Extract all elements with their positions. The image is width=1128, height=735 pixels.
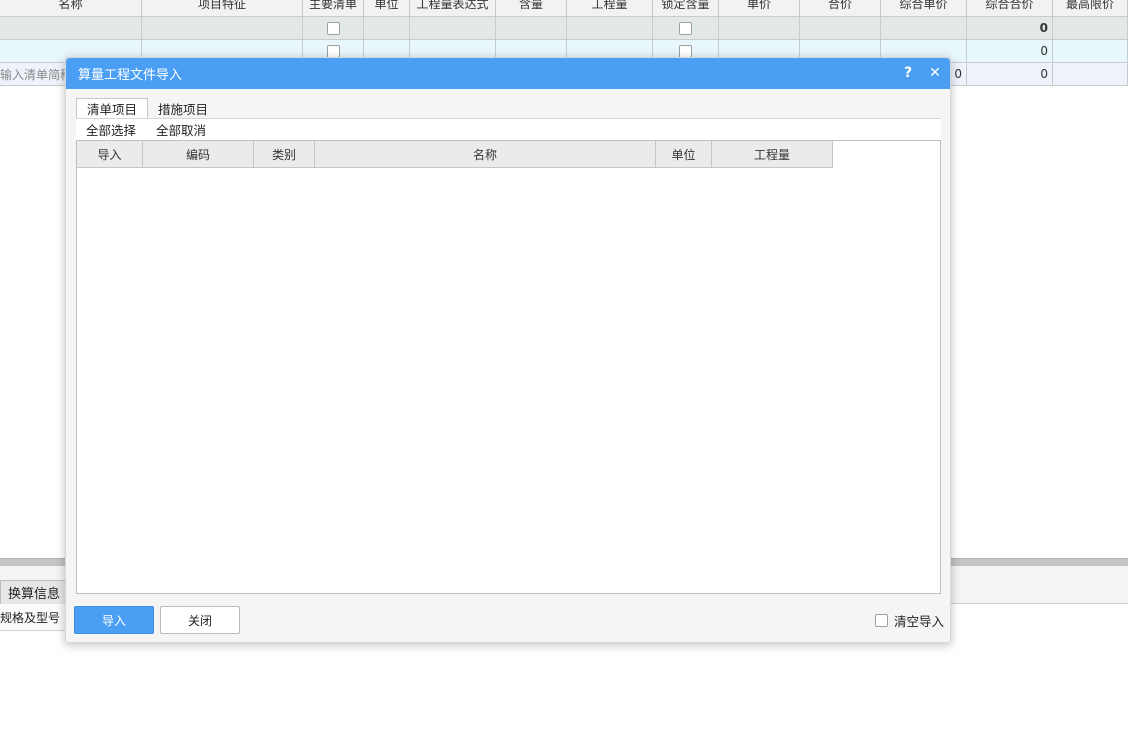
col-header-content[interactable]: 含量	[496, 0, 567, 17]
import-button[interactable]: 导入	[74, 606, 154, 634]
select-all-button[interactable]: 全部选择	[76, 120, 146, 139]
col-header-import[interactable]: 导入	[77, 141, 143, 168]
import-table: 导入 编码 类别 名称 单位 工程量	[76, 140, 941, 594]
lock-content-checkbox[interactable]	[679, 21, 692, 35]
deselect-all-button[interactable]: 全部取消	[146, 120, 216, 139]
col-header-quantity-expression[interactable]: 工程量表达式	[410, 0, 496, 17]
close-button[interactable]: 关闭	[160, 606, 240, 634]
tab-measure-items[interactable]: 措施项目	[148, 98, 218, 118]
col-header-composite-total[interactable]: 综合合价	[967, 0, 1053, 17]
col-header-quantity[interactable]: 工程量	[567, 0, 653, 17]
tab-bill-items[interactable]: 清单项目	[76, 98, 149, 118]
col-header-quantity[interactable]: 工程量	[712, 141, 833, 168]
help-icon[interactable]: ?	[900, 65, 916, 81]
dialog-toolbar: 全部选择 全部取消	[76, 118, 941, 140]
import-table-header: 导入 编码 类别 名称 单位 工程量	[77, 141, 940, 168]
composite-total-value: 0	[967, 17, 1053, 40]
dialog-title: 算量工程文件导入	[78, 68, 183, 83]
col-header-features[interactable]: 项目特征	[142, 0, 303, 17]
col-header-lock-content[interactable]: 锁定含量	[653, 0, 719, 17]
col-header-name[interactable]: 名称	[315, 141, 656, 168]
col-header-unit[interactable]: 单位	[656, 141, 712, 168]
import-dialog: 算量工程文件导入 ? ✕ 清单项目 措施项目 全部选择 全部取消 导入 编码 类…	[65, 57, 951, 643]
grid-header-row: 名称 项目特征 主要清单 单位 工程量表达式 含量 工程量 锁定含量 单价 合价…	[0, 0, 1128, 17]
col-header-code[interactable]: 编码	[143, 141, 254, 168]
clear-import-checkbox[interactable]	[875, 614, 888, 627]
clear-import-option[interactable]: 清空导入	[875, 611, 944, 630]
main-bill-checkbox[interactable]	[326, 44, 340, 58]
col-header-unit-price[interactable]: 单价	[719, 0, 800, 17]
close-icon[interactable]: ✕	[927, 65, 943, 81]
dialog-titlebar[interactable]: 算量工程文件导入 ? ✕	[66, 58, 950, 89]
dialog-tabs: 清单项目 措施项目	[76, 98, 218, 118]
col-header-category[interactable]: 类别	[254, 141, 315, 168]
lock-content-checkbox[interactable]	[679, 44, 692, 58]
col-header-max-price[interactable]: 最高限价	[1053, 0, 1128, 17]
col-header-total-price[interactable]: 合价	[800, 0, 881, 17]
main-bill-checkbox[interactable]	[326, 21, 340, 35]
tab-conversion-info[interactable]: 换算信息	[0, 580, 69, 604]
col-header-main-bill[interactable]: 主要清单	[303, 0, 364, 17]
col-header-spec-model[interactable]: 规格及型号	[0, 605, 66, 631]
composite-total-value: 0	[967, 63, 1053, 86]
composite-total-value: 0	[967, 40, 1053, 63]
col-header-composite-unit-price[interactable]: 综合单价	[881, 0, 967, 17]
table-row[interactable]: 0	[0, 17, 1128, 40]
col-header-unit[interactable]: 单位	[364, 0, 410, 17]
col-header-name[interactable]: 名称	[0, 0, 142, 17]
clear-import-label: 清空导入	[894, 614, 945, 629]
